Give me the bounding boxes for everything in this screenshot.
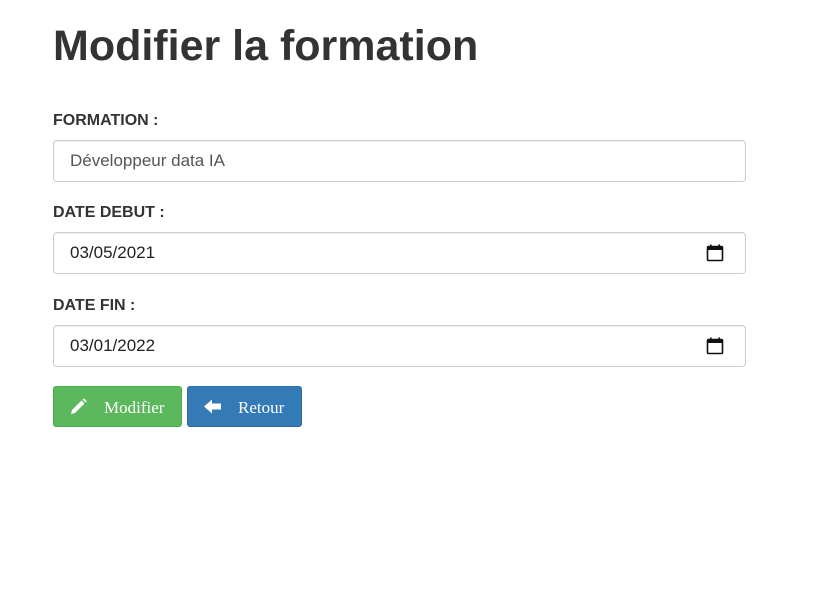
formation-input-value: Développeur data IA [70, 151, 225, 170]
date-debut-value: 03/05/2021 [70, 243, 156, 262]
formation-input[interactable]: Développeur data IA [53, 140, 746, 182]
calendar-icon[interactable] [706, 244, 724, 262]
modifier-button-label: Modifier [104, 398, 165, 417]
formation-label: FORMATION : [53, 112, 159, 129]
arrow-left-icon [204, 399, 221, 414]
date-debut-label: DATE DEBUT : [53, 204, 165, 221]
date-fin-input[interactable]: 03/01/2022 [53, 325, 746, 367]
retour-button[interactable]: Retour [187, 386, 302, 427]
page-title: Modifier la formation [53, 22, 479, 70]
calendar-icon[interactable] [706, 337, 724, 355]
modifier-button[interactable]: Modifier [53, 386, 182, 427]
date-fin-value: 03/01/2022 [70, 336, 156, 355]
retour-button-label: Retour [238, 398, 285, 417]
date-debut-input[interactable]: 03/05/2021 [53, 232, 746, 274]
date-fin-label: DATE FIN : [53, 297, 136, 314]
pencil-icon [71, 398, 87, 414]
